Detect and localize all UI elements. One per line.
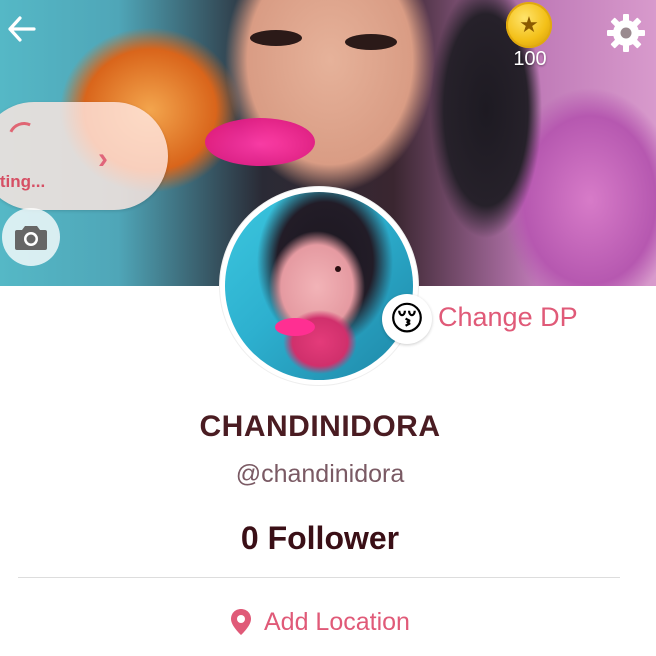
avatar-bindi [335,266,341,272]
avatar[interactable] [225,192,413,380]
spinner-icon [3,117,45,159]
location-pin-icon [231,609,251,635]
profile-screen: ★ 100 osting... › [0,0,656,656]
follower-count[interactable]: 0 Follower [0,520,640,557]
back-arrow-icon[interactable] [6,14,36,44]
change-dp-link[interactable]: Change DP [438,302,578,333]
divider [18,577,620,578]
camera-icon[interactable] [2,208,60,266]
posting-label: osting... [0,172,46,191]
cover-photo-eye [250,30,302,46]
avatar-lips [275,318,315,336]
coin-icon[interactable]: ★ [506,2,552,48]
add-location-button[interactable]: Add Location [230,604,410,640]
display-name: CHANDINIDORA [199,410,441,443]
coin-count: 100 [513,48,547,70]
chevron-right-icon[interactable]: › [98,142,108,176]
username: @chandinidora [235,460,405,488]
cover-photo-lips [205,118,315,166]
posting-status-card[interactable]: osting... › [0,102,168,210]
kissing-emoji-icon[interactable]: 😚 [382,294,432,344]
cover-photo-eye [345,34,397,50]
settings-gear-icon[interactable] [603,10,649,56]
add-location-label: Add Location [264,607,410,636]
